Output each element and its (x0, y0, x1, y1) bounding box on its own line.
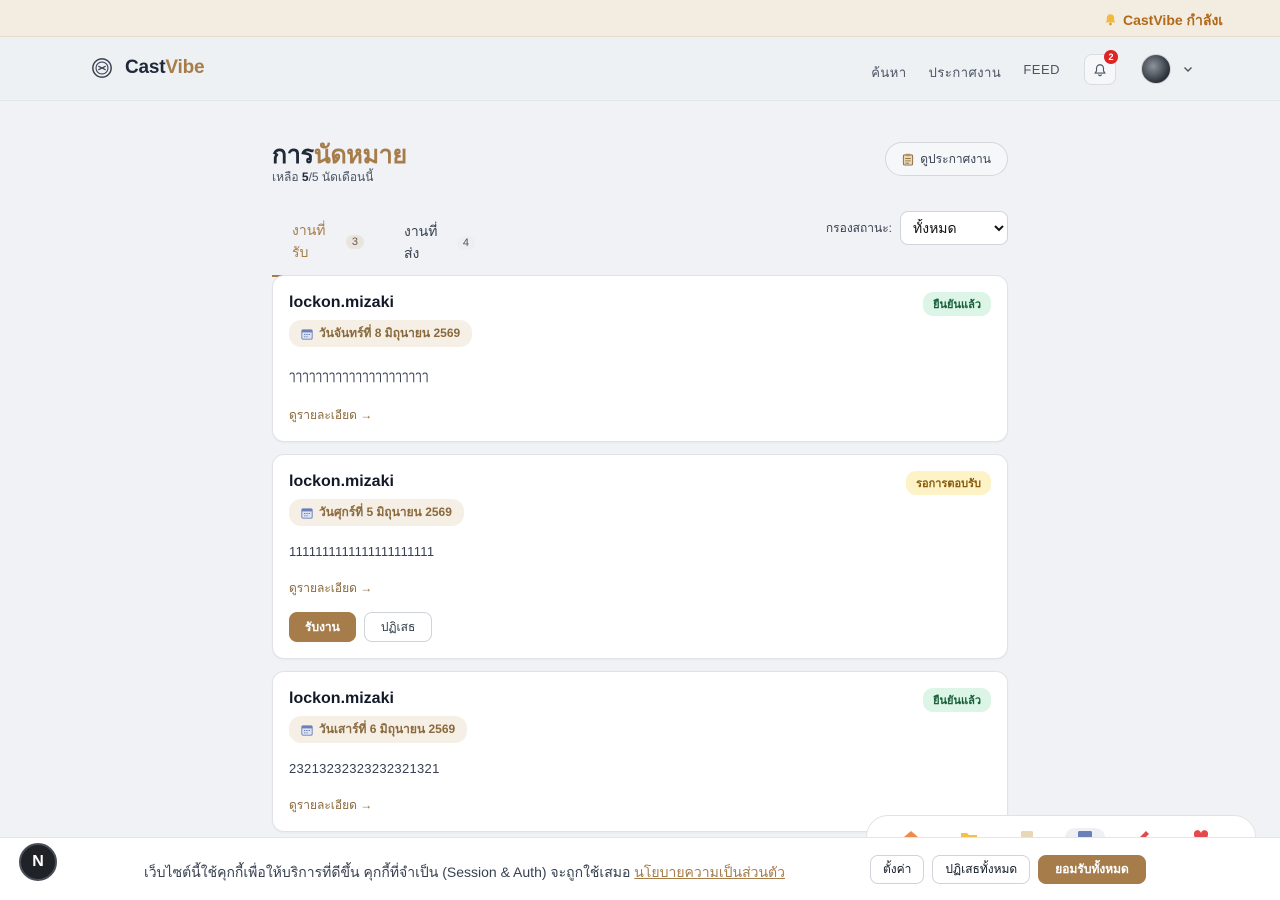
view-details-link[interactable]: ดูรายละเอียด → (289, 579, 372, 598)
announcement-bar: CastVibe กำลังเ (0, 0, 1280, 37)
tabs-row: งานที่รับ 3 งานที่ส่ง 4 กรองสถานะ: ทั้งห… (272, 211, 1008, 277)
card-username: lockon.mizaki (289, 473, 394, 490)
cookie-actions: ตั้งค่า ปฏิเสธทั้งหมด ยอมรับทั้งหมด (870, 855, 1146, 884)
nav-feed[interactable]: FEED (1023, 62, 1060, 83)
view-job-posts-button[interactable]: ดูประกาศงาน (885, 142, 1008, 176)
tab-count-badge: 4 (456, 235, 475, 250)
main-nav: ค้นหา ประกาศงาน FEED (871, 62, 1060, 83)
accept-button[interactable]: รับงาน (289, 612, 356, 642)
nav-job-posts[interactable]: ประกาศงาน (929, 62, 1002, 83)
card-actions: รับงาน ปฏิเสธ (289, 612, 991, 642)
view-details-link[interactable]: ดูรายละเอียด → (289, 796, 372, 815)
status-filter: กรองสถานะ: ทั้งหมด (826, 211, 1008, 245)
appointments-page: การนัดหมาย เหลือ 5/5 นัดเดือนนี้ ดูประกา… (272, 101, 1008, 844)
clipboard-icon (903, 153, 914, 166)
tab-received[interactable]: งานที่รับ 3 (272, 213, 384, 277)
appointment-card: lockon.mizaki วันศุกร์ที่ 5 มิถุนายน 256… (272, 454, 1008, 659)
date-chip: วันศุกร์ที่ 5 มิถุนายน 2569 (289, 499, 464, 526)
card-username: lockon.mizaki (289, 294, 394, 311)
date-chip: วันเสาร์ที่ 6 มิถุนายน 2569 (289, 716, 468, 743)
brand-logo[interactable]: CastVibe (91, 57, 205, 79)
notification-count-badge: 2 (1104, 50, 1118, 64)
clapper-logo-icon (92, 58, 112, 78)
privacy-policy-link[interactable]: นโยบายความเป็นส่วนตัว (634, 864, 785, 880)
dev-tools-badge[interactable]: N (19, 843, 57, 881)
bell-icon (1094, 63, 1106, 76)
status-filter-label: กรองสถานะ: (825, 220, 892, 235)
user-menu[interactable] (1141, 54, 1193, 84)
bell-icon (1105, 14, 1116, 26)
card-username: lockon.mizaki (289, 690, 394, 707)
status-badge: รอการตอบรับ (906, 471, 991, 495)
calendar-icon (301, 724, 313, 736)
appointment-tabs: งานที่รับ 3 งานที่ส่ง 4 (272, 213, 495, 277)
monthly-quota: เหลือ 5/5 นัดเดือนนี้ (272, 170, 374, 184)
appointment-card: lockon.mizaki วันเสาร์ที่ 6 มิถุนายน 256… (272, 671, 1008, 832)
status-badge: ยืนยันแล้ว (923, 688, 991, 712)
cookie-banner: เว็บไซต์นี้ใช้คุกกี้เพื่อให้บริการที่ดีข… (0, 837, 1280, 900)
notifications-button[interactable]: 2 (1084, 50, 1118, 85)
brand-name: CastVibe (125, 57, 205, 78)
view-details-link[interactable]: ดูรายละเอียด → (289, 406, 372, 425)
card-note: ๅๅๅๅๅๅๅๅๅๅๅๅๅๅๅๅๅๅๅๅๅ (289, 368, 429, 383)
card-note: 1111111111111111111111 (289, 544, 435, 559)
card-note: 23213232323232321321 (289, 761, 440, 776)
chevron-down-icon (1184, 67, 1192, 72)
reject-button[interactable]: ปฏิเสธ (363, 612, 433, 642)
calendar-icon (301, 328, 313, 340)
top-navbar: CastVibe ค้นหา ประกาศงาน FEED 2 (0, 37, 1280, 101)
appointment-card: lockon.mizaki วันจันทร์ที่ 8 มิถุนายน 25… (272, 275, 1008, 442)
avatar[interactable] (1141, 54, 1171, 84)
cookie-reject-all-button[interactable]: ปฏิเสธทั้งหมด (932, 855, 1031, 884)
status-badge: ยืนยันแล้ว (923, 292, 991, 316)
cookie-message: เว็บไซต์นี้ใช้คุกกี้เพื่อให้บริการที่ดีข… (144, 864, 786, 880)
cookie-accept-all-button[interactable]: ยอมรับทั้งหมด (1038, 855, 1146, 884)
nav-search[interactable]: ค้นหา (871, 62, 906, 83)
cookie-settings-button[interactable]: ตั้งค่า (870, 855, 925, 884)
page-header: การนัดหมาย เหลือ 5/5 นัดเดือนนี้ ดูประกา… (272, 101, 1008, 211)
calendar-icon (301, 507, 313, 519)
status-filter-select[interactable]: ทั้งหมด (900, 211, 1008, 245)
tab-count-badge: 3 (345, 235, 364, 249)
announcement-text: CastVibe กำลังเ (1104, 10, 1223, 32)
tab-sent[interactable]: งานที่ส่ง 4 (384, 213, 495, 276)
date-chip: วันจันทร์ที่ 8 มิถุนายน 2569 (289, 320, 473, 347)
